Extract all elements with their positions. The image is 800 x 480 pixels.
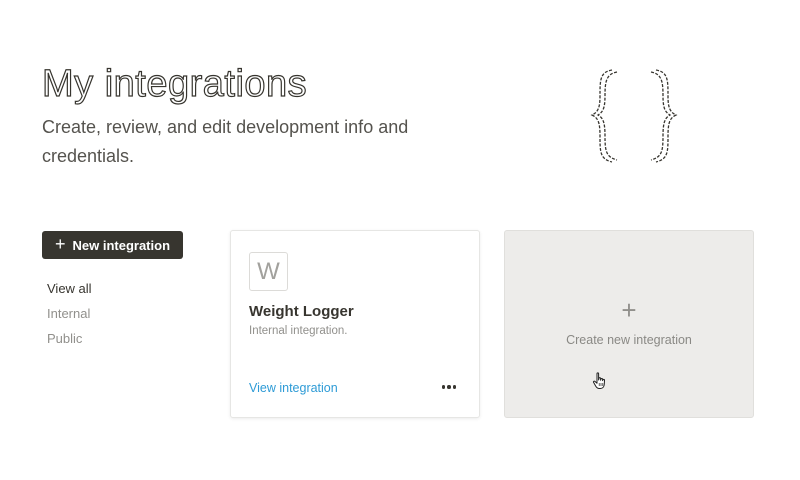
new-integration-label: New integration (72, 237, 171, 253)
dot (447, 385, 451, 389)
plus-icon: + (621, 295, 637, 325)
filter-public[interactable]: Public (47, 330, 92, 355)
filter-list: View all Internal Public (47, 280, 92, 355)
more-horizontal-icon[interactable] (437, 379, 461, 395)
create-new-integration-tile[interactable]: + Create new integration (504, 230, 754, 418)
dot (452, 385, 457, 389)
page-title: My integrations (41, 62, 308, 105)
create-new-integration-label: Create new integration (566, 333, 692, 347)
filter-view-all[interactable]: View all (47, 280, 92, 305)
dot (441, 385, 446, 389)
view-integration-link[interactable]: View integration (249, 381, 338, 395)
integration-description: Internal integration. (249, 325, 348, 337)
plus-icon: + (54, 234, 66, 254)
integration-card: W Weight Logger Internal integration. Vi… (230, 230, 480, 418)
hand-pointer-cursor-icon (592, 372, 605, 389)
new-integration-button[interactable]: + New integration (42, 231, 183, 259)
integration-avatar: W (249, 252, 288, 291)
integrations-page: My integrations Create, review, and edit… (0, 0, 800, 480)
curly-braces-icon (590, 69, 678, 163)
filter-internal[interactable]: Internal (47, 305, 92, 330)
page-subtitle: Create, review, and edit development inf… (42, 117, 409, 166)
integration-name: Weight Logger (249, 303, 354, 320)
